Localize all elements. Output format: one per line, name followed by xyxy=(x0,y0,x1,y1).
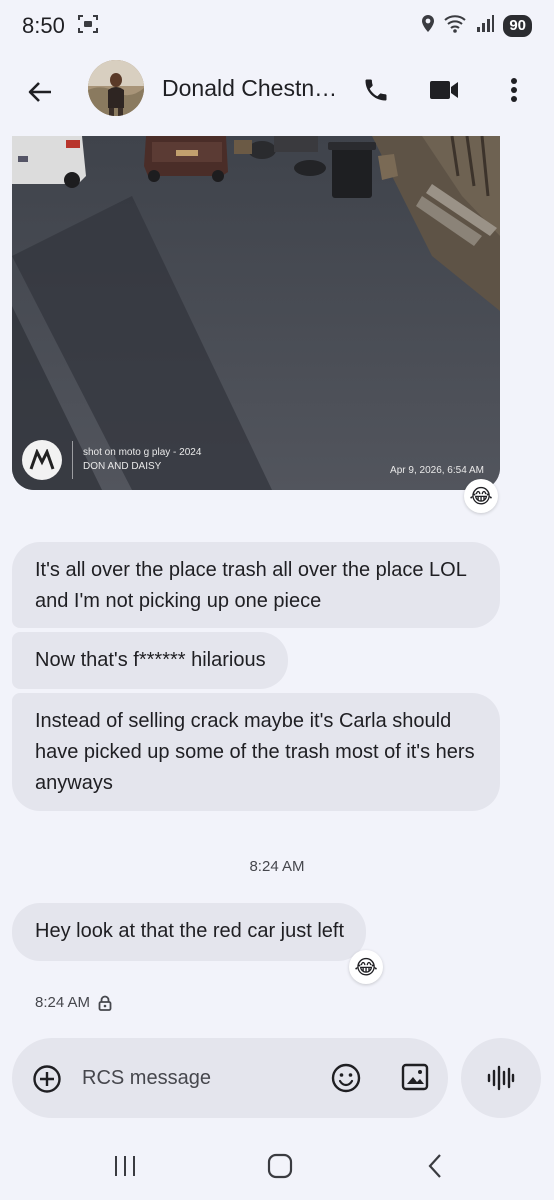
status-time: 8:50 xyxy=(22,13,65,38)
avatar[interactable] xyxy=(88,60,144,116)
back-icon xyxy=(428,1154,441,1178)
watermark-device: shot on moto g play - 2024 xyxy=(83,447,202,458)
reaction-emoji[interactable]: 😂 xyxy=(349,950,383,984)
video-call-button[interactable] xyxy=(426,72,462,108)
back-arrow-icon xyxy=(28,82,51,102)
back-nav-button[interactable] xyxy=(420,1152,450,1180)
photo-message[interactable]: shot on moto g play - 2024 DON AND DAISY… xyxy=(12,136,500,490)
video-icon xyxy=(430,81,458,99)
message-bubble[interactable]: Now that's f****** hilarious xyxy=(12,632,288,689)
add-attachment-button[interactable] xyxy=(32,1064,62,1099)
more-options-button[interactable] xyxy=(496,72,532,108)
message-input[interactable] xyxy=(82,1062,312,1094)
recent-apps-button[interactable] xyxy=(110,1152,140,1180)
conversation-header: Donald Chestn… xyxy=(0,56,554,124)
phone-icon xyxy=(365,79,387,101)
screenshot-icon xyxy=(77,14,99,39)
gallery-button[interactable] xyxy=(400,1062,430,1097)
call-button[interactable] xyxy=(358,72,394,108)
reaction-emoji[interactable]: 😂 xyxy=(464,479,498,513)
add-icon xyxy=(33,1065,61,1093)
battery-indicator: 90 xyxy=(503,15,532,37)
status-bar: 8:50 90 xyxy=(0,0,554,52)
lock-icon xyxy=(98,995,112,1011)
voice-icon xyxy=(487,1065,515,1091)
emoji-button[interactable] xyxy=(330,1062,362,1099)
signal-icon xyxy=(475,14,495,39)
gallery-icon xyxy=(401,1063,429,1091)
more-vert-icon xyxy=(511,78,517,102)
emoji-icon xyxy=(331,1063,361,1093)
voice-message-button[interactable] xyxy=(461,1038,541,1118)
wifi-icon xyxy=(443,14,467,39)
message-bubble[interactable]: Instead of selling crack maybe it's Carl… xyxy=(12,693,500,811)
time-divider: 8:24 AM xyxy=(249,858,305,875)
home-icon xyxy=(267,1153,293,1179)
location-icon xyxy=(421,14,435,39)
message-status: 8:24 AM xyxy=(35,994,112,1011)
contact-name[interactable]: Donald Chestn… xyxy=(162,75,337,102)
back-button[interactable] xyxy=(22,74,58,110)
compose-bar xyxy=(12,1038,448,1118)
message-bubble[interactable]: It's all over the place trash all over t… xyxy=(12,542,500,628)
motorola-logo-icon xyxy=(22,440,62,480)
message-bubble[interactable]: Hey look at that the red car just left xyxy=(12,903,367,961)
system-nav-bar xyxy=(0,1140,554,1192)
photo-watermark: shot on moto g play - 2024 DON AND DAISY xyxy=(22,440,201,480)
home-button[interactable] xyxy=(265,1152,295,1180)
watermark-date: Apr 9, 2026, 6:54 AM xyxy=(390,465,484,476)
watermark-owner: DON AND DAISY xyxy=(83,461,162,472)
recents-icon xyxy=(115,1156,135,1176)
message-time: 8:24 AM xyxy=(35,994,91,1011)
